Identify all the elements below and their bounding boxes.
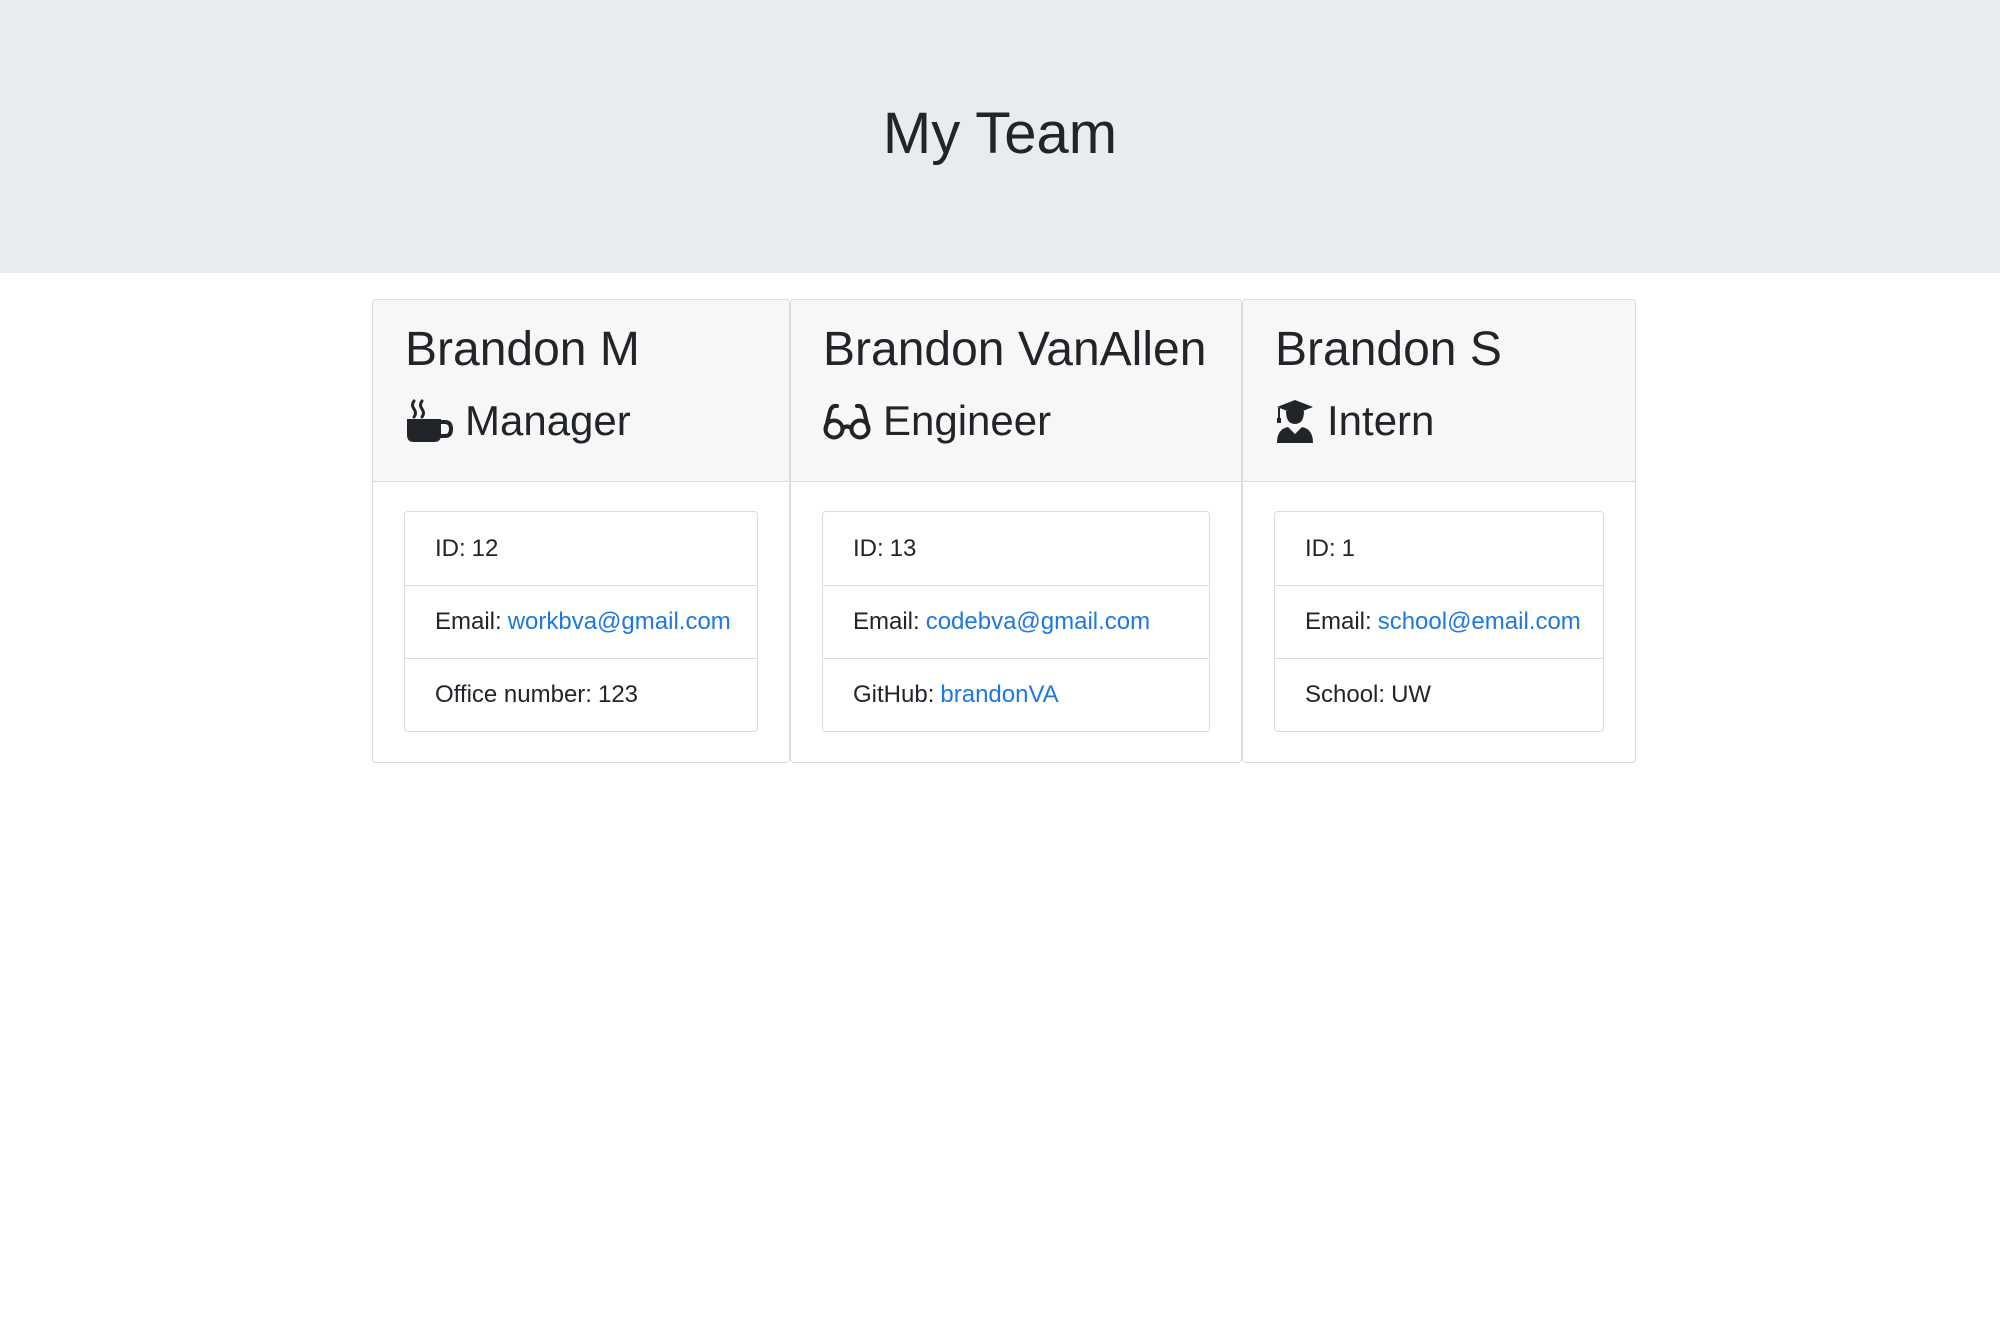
card-header: Brandon S Intern <box>1243 300 1635 482</box>
employee-role: Manager <box>405 392 631 450</box>
id-row: ID: 13 <box>823 512 1209 585</box>
graduate-icon <box>1275 399 1315 443</box>
card-header: Brandon M Manager <box>373 300 789 482</box>
coffee-mug-icon <box>405 399 453 443</box>
employee-card-engineer: Brandon VanAllen Engineer ID: 13 Email: … <box>790 299 1242 763</box>
id-label: ID: <box>853 534 884 562</box>
card-header: Brandon VanAllen Engineer <box>791 300 1241 482</box>
info-list: ID: 12 Email: workbva@gmail.com Office n… <box>404 511 758 732</box>
email-link[interactable]: school@email.com <box>1378 608 1581 636</box>
id-value: 13 <box>889 534 917 562</box>
employee-role: Engineer <box>823 392 1051 450</box>
email-link[interactable]: workbva@gmail.com <box>508 608 731 636</box>
school-row: School: UW <box>1275 658 1603 731</box>
info-list: ID: 13 Email: codebva@gmail.com GitHub: … <box>822 511 1210 732</box>
role-label: Manager <box>465 397 631 444</box>
info-list: ID: 1 Email: school@email.com School: UW <box>1274 511 1604 732</box>
email-row: Email: school@email.com <box>1275 585 1603 658</box>
employee-role: Intern <box>1275 392 1434 450</box>
school-value: UW <box>1391 681 1432 708</box>
github-link[interactable]: brandonVA <box>940 681 1058 709</box>
github-row: GitHub: brandonVA <box>823 658 1209 731</box>
email-row: Email: workbva@gmail.com <box>405 585 757 658</box>
id-row: ID: 1 <box>1275 512 1603 585</box>
id-label: ID: <box>1305 534 1336 562</box>
github-label: GitHub: <box>853 681 935 708</box>
role-label: Engineer <box>883 397 1052 444</box>
office-number-label: Office number: <box>435 681 592 708</box>
employee-card-manager: Brandon M Manager ID: 12 Email: workbva@… <box>372 299 790 763</box>
email-label: Email: <box>853 608 920 635</box>
email-label: Email: <box>435 608 502 635</box>
email-label: Email: <box>1305 608 1372 635</box>
id-row: ID: 12 <box>405 512 757 585</box>
page-title: My Team <box>882 101 1118 166</box>
school-label: School: <box>1305 681 1386 708</box>
employee-name: Brandon M <box>405 323 640 376</box>
header-jumbotron: My Team <box>0 0 2000 273</box>
id-value: 1 <box>1341 534 1356 562</box>
employee-name: Brandon VanAllen <box>823 323 1207 376</box>
role-label: Intern <box>1327 397 1435 444</box>
employee-card-intern: Brandon S Intern ID: 1 Email: school@ema… <box>1242 299 1636 763</box>
email-link[interactable]: codebva@gmail.com <box>926 608 1150 636</box>
id-label: ID: <box>435 534 466 562</box>
office-number-row: Office number: 123 <box>405 658 757 731</box>
office-number-value: 123 <box>597 681 639 708</box>
glasses-icon <box>823 399 871 443</box>
id-value: 12 <box>471 534 499 562</box>
email-row: Email: codebva@gmail.com <box>823 585 1209 658</box>
employee-name: Brandon S <box>1275 323 1502 376</box>
